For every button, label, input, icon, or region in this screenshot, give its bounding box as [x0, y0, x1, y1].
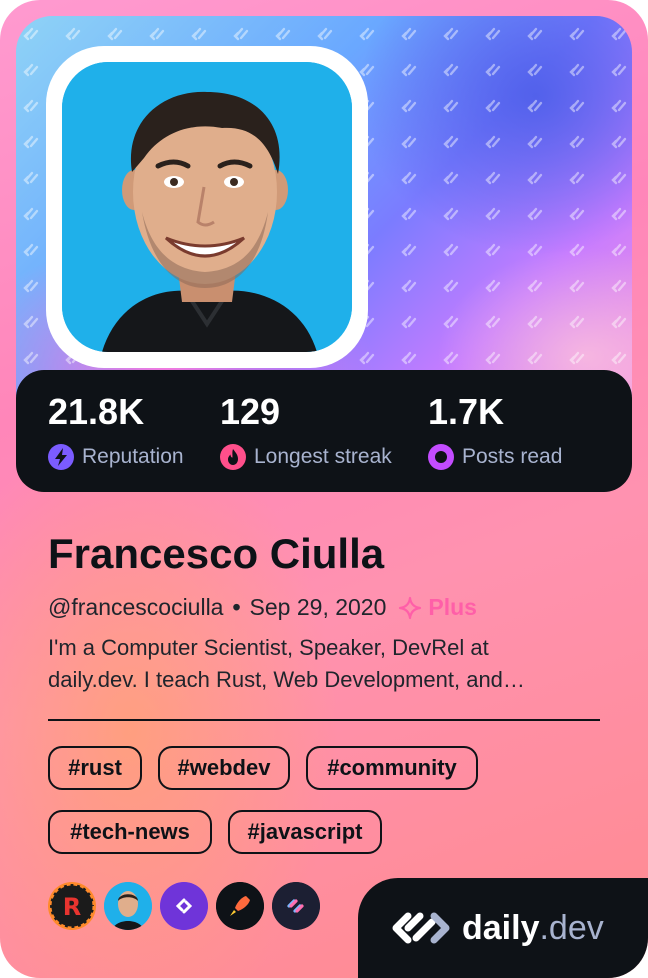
stat-reputation: 21.8K Reputation — [48, 390, 184, 470]
posts-read-label: Posts read — [462, 445, 563, 468]
brand-wordmark: daily.dev — [462, 909, 604, 948]
lightning-icon — [48, 444, 74, 470]
brand-suffix: .dev — [539, 908, 604, 947]
bio-line-1: I'm a Computer Scientist, Speaker, DevRe… — [48, 635, 489, 660]
reputation-label: Reputation — [82, 445, 184, 468]
tag-tech-news[interactable]: #tech-news — [48, 810, 212, 854]
separator-dot: • — [232, 594, 241, 620]
daily-dev-logo-icon — [392, 912, 450, 944]
stats-bar: 21.8K Reputation 129 Longest streak 1.7K — [16, 370, 632, 492]
join-date: Sep 29, 2020 — [249, 594, 387, 620]
posts-read-value: 1.7K — [428, 391, 505, 432]
stat-streak: 129 Longest streak — [220, 390, 392, 470]
avatar-frame — [46, 46, 368, 368]
profile-bio: I'm a Computer Scientist, Speaker, DevRe… — [48, 632, 608, 696]
sparkle-icon — [399, 596, 422, 619]
svg-text:R: R — [63, 893, 81, 921]
rocket-squad-icon[interactable] — [216, 882, 264, 930]
flame-icon — [220, 444, 246, 470]
tag-webdev[interactable]: #webdev — [158, 746, 290, 790]
brand-name: daily — [462, 908, 540, 947]
brand-footer: daily.dev — [358, 878, 648, 978]
stat-posts-read: 1.7K Posts read — [428, 390, 562, 470]
tag-community[interactable]: #community — [306, 746, 478, 790]
eye-icon — [428, 444, 454, 470]
devcard: 21.8K Reputation 129 Longest streak 1.7K — [0, 0, 648, 978]
avatar[interactable] — [62, 62, 352, 352]
tag-rust[interactable]: #rust — [48, 746, 142, 790]
daily-dev-squad-icon[interactable] — [160, 882, 208, 930]
plus-badge: Plus — [398, 594, 477, 621]
rust-squad-icon[interactable]: R — [48, 882, 96, 930]
profile-meta: @francescociulla • Sep 29, 2020 Plus — [48, 594, 477, 621]
reputation-value: 21.8K — [48, 391, 145, 432]
username[interactable]: @francescociulla — [48, 594, 223, 621]
squad-badges: R — [48, 882, 328, 930]
bio-line-2: daily.dev. I teach Rust, Web Development… — [48, 667, 525, 692]
tag-javascript[interactable]: #javascript — [228, 810, 382, 854]
streak-value: 129 — [220, 391, 281, 432]
profile-name: Francesco Ciulla — [48, 530, 385, 577]
devs-squad-icon[interactable] — [272, 882, 320, 930]
divider — [48, 719, 600, 721]
streak-label: Longest streak — [254, 445, 392, 468]
plus-label: Plus — [428, 594, 477, 620]
francesco-squad-icon[interactable] — [104, 882, 152, 930]
